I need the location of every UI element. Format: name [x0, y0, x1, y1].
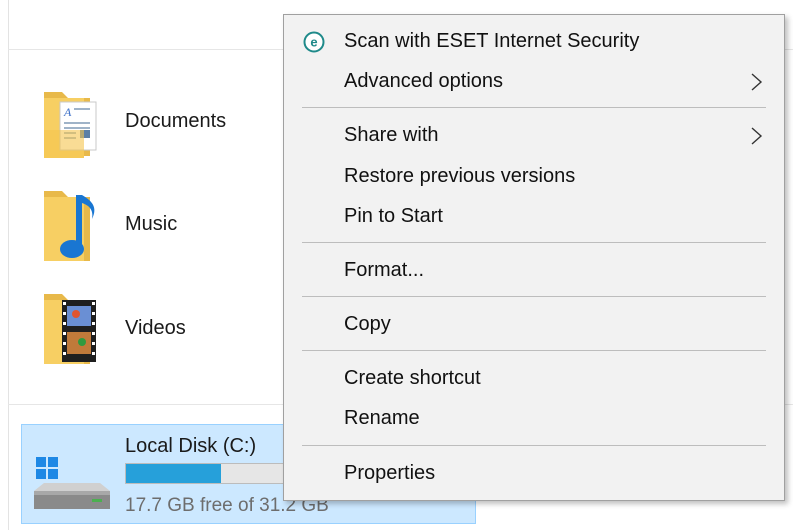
- menu-label: Restore previous versions: [344, 165, 576, 187]
- drive-usage-fill: [126, 464, 222, 483]
- menu-label: Properties: [344, 462, 436, 484]
- menu-item-restore-previous-versions[interactable]: Restore previous versions: [284, 157, 784, 197]
- videos-folder-icon: [44, 294, 96, 364]
- menu-item-advanced-options[interactable]: Advanced options: [284, 62, 784, 102]
- menu-label: Scan with ESET Internet Security: [344, 30, 640, 52]
- menu-separator: [302, 107, 766, 108]
- eset-icon: e: [303, 31, 325, 53]
- menu-label: Format...: [344, 259, 425, 281]
- menu-item-create-shortcut[interactable]: Create shortcut: [284, 359, 784, 399]
- menu-label: Copy: [344, 313, 391, 335]
- menu-item-pin-to-start[interactable]: Pin to Start: [284, 197, 784, 237]
- hard-drive-icon: [34, 457, 110, 509]
- menu-item-format[interactable]: Format...: [284, 251, 784, 291]
- folder-item-music[interactable]: Music: [40, 185, 280, 265]
- music-folder-icon: [44, 191, 95, 261]
- menu-item-scan-eset[interactable]: e Scan with ESET Internet Security: [284, 22, 784, 62]
- menu-item-share-with[interactable]: Share with: [284, 116, 784, 156]
- folder-label-music: Music: [125, 213, 178, 235]
- menu-separator: [302, 296, 766, 297]
- chevron-right-icon: [751, 127, 763, 145]
- chevron-right-icon: [751, 73, 763, 91]
- svg-text:e: e: [310, 35, 317, 50]
- documents-folder-icon: A: [44, 92, 97, 158]
- folder-label-documents: Documents: [125, 110, 227, 132]
- menu-item-copy[interactable]: Copy: [284, 305, 784, 345]
- menu-label: Share with: [344, 124, 439, 146]
- menu-separator: [302, 445, 766, 446]
- context-menu: e Scan with ESET Internet Security Advan…: [283, 14, 785, 501]
- menu-label: Rename: [344, 407, 420, 429]
- menu-item-properties[interactable]: Properties: [284, 454, 784, 494]
- menu-separator: [302, 350, 766, 351]
- folder-item-documents[interactable]: A Documents: [40, 84, 280, 164]
- menu-label: Create shortcut: [344, 367, 481, 389]
- menu-item-rename[interactable]: Rename: [284, 399, 784, 439]
- folder-label-videos: Videos: [125, 317, 186, 339]
- pane-divider: [8, 0, 9, 530]
- menu-label: Advanced options: [344, 70, 504, 92]
- drive-name: Local Disk (C:): [125, 435, 257, 457]
- folder-item-videos[interactable]: Videos: [40, 290, 280, 370]
- menu-label: Pin to Start: [344, 205, 443, 227]
- menu-separator: [302, 242, 766, 243]
- svg-text:A: A: [63, 105, 72, 119]
